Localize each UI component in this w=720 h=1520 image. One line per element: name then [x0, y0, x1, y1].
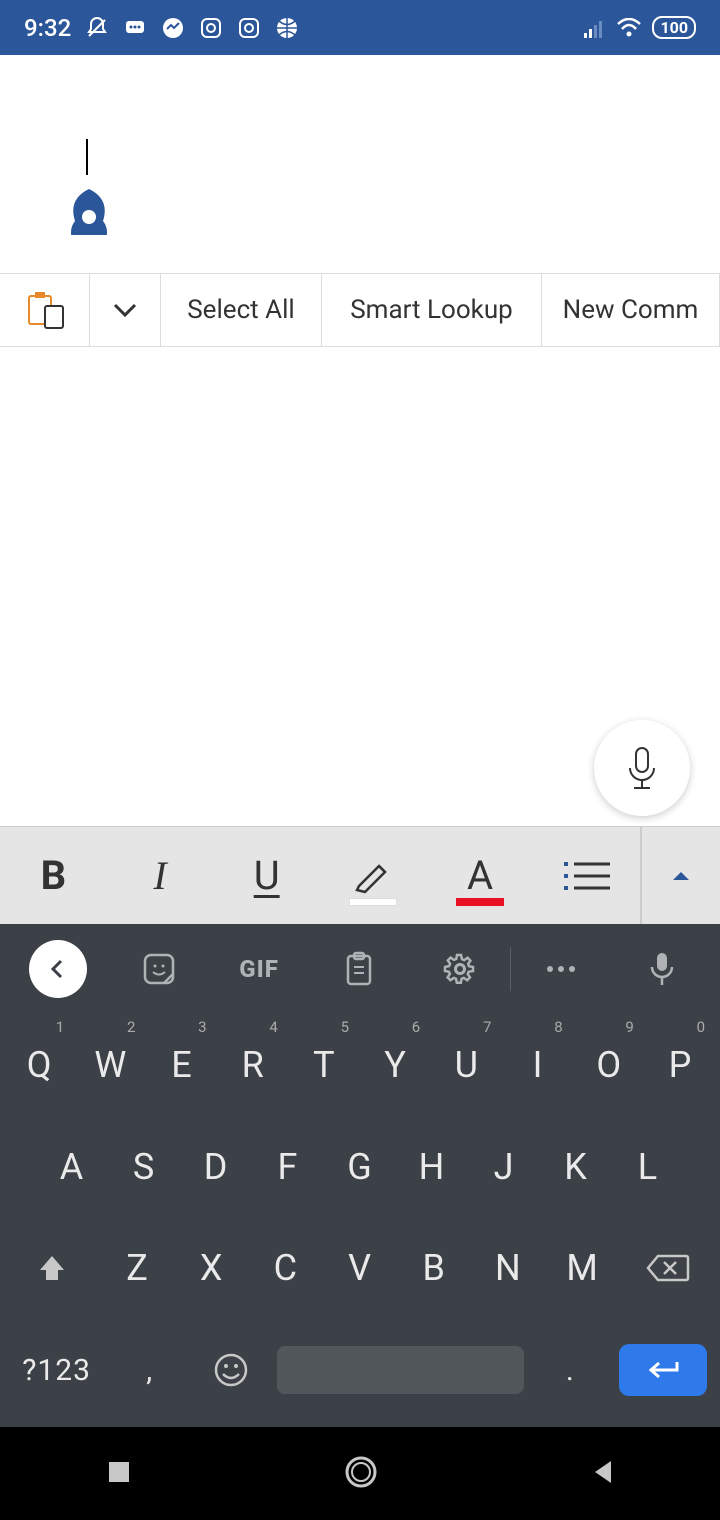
format-toolbar: B I U A: [0, 826, 720, 924]
paste-button[interactable]: [0, 274, 90, 346]
instagram-icon-2: [237, 16, 261, 40]
key-b[interactable]: B: [397, 1218, 471, 1320]
status-time: 9:32: [24, 14, 71, 42]
nav-home-button[interactable]: [343, 1454, 379, 1494]
key-w[interactable]: W2: [75, 1014, 146, 1116]
bullet-list-button[interactable]: [533, 827, 640, 924]
keyboard-row-2: ASDFGHJKL: [4, 1116, 716, 1218]
expand-ribbon-button[interactable]: [640, 827, 720, 924]
keyboard-row-4: ?123 , .: [4, 1319, 716, 1421]
bold-button[interactable]: B: [0, 827, 107, 924]
keyboard-back-button[interactable]: [8, 924, 108, 1014]
gif-button[interactable]: GIF: [209, 924, 309, 1014]
key-x[interactable]: X: [175, 1218, 249, 1320]
key-r[interactable]: R4: [218, 1014, 289, 1116]
wifi-icon: [616, 18, 642, 38]
font-color-button[interactable]: A: [427, 827, 534, 924]
key-h[interactable]: H: [396, 1116, 468, 1218]
voice-input-icon[interactable]: [612, 924, 712, 1014]
keyboard-toolbar: GIF: [0, 924, 720, 1014]
smart-lookup-button[interactable]: Smart Lookup: [322, 274, 542, 346]
key-n[interactable]: N: [471, 1218, 545, 1320]
key-t[interactable]: T5: [289, 1014, 360, 1116]
space-key[interactable]: [271, 1319, 530, 1421]
keyboard-row-3: ZXCVBNM: [4, 1218, 716, 1320]
new-comment-button[interactable]: New Comm: [542, 274, 720, 346]
underline-button[interactable]: U: [213, 827, 320, 924]
instagram-icon: [199, 16, 223, 40]
key-a[interactable]: A: [36, 1116, 108, 1218]
keyboard-row-1: Q1W2E3R4T5Y6U7I8O9P0: [4, 1014, 716, 1116]
period-key[interactable]: .: [530, 1319, 611, 1421]
backspace-key[interactable]: [620, 1218, 716, 1320]
clipboard-icon[interactable]: [309, 924, 409, 1014]
dictation-button[interactable]: [594, 720, 690, 816]
key-f[interactable]: F: [252, 1116, 324, 1218]
message-icon: [123, 16, 147, 40]
key-g[interactable]: G: [324, 1116, 396, 1218]
sticker-icon[interactable]: [108, 924, 208, 1014]
key-l[interactable]: L: [612, 1116, 684, 1218]
navigation-bar: [0, 1427, 720, 1520]
key-s[interactable]: S: [108, 1116, 180, 1218]
emoji-key[interactable]: [190, 1319, 271, 1421]
cursor-handle[interactable]: [68, 179, 110, 239]
enter-key[interactable]: [611, 1319, 716, 1421]
messenger-icon: [161, 16, 185, 40]
italic-button[interactable]: I: [107, 827, 214, 924]
key-m[interactable]: M: [545, 1218, 619, 1320]
context-toolbar: Select All Smart Lookup New Comm: [0, 273, 720, 347]
status-bar: 9:32 100: [0, 0, 720, 55]
key-e[interactable]: E3: [146, 1014, 217, 1116]
key-y[interactable]: Y6: [360, 1014, 431, 1116]
keyboard: GIF Q1W2E3R4T5Y6U7I8O9P0 ASDFGHJKL ZXCVB…: [0, 924, 720, 1427]
key-p[interactable]: P0: [645, 1014, 716, 1116]
key-j[interactable]: J: [468, 1116, 540, 1218]
status-right: 100: [584, 16, 696, 39]
more-icon[interactable]: [511, 924, 611, 1014]
key-u[interactable]: U7: [431, 1014, 502, 1116]
key-z[interactable]: Z: [100, 1218, 174, 1320]
keyboard-rows: Q1W2E3R4T5Y6U7I8O9P0 ASDFGHJKL ZXCVBNM ?…: [0, 1014, 720, 1427]
key-d[interactable]: D: [180, 1116, 252, 1218]
key-o[interactable]: O9: [574, 1014, 645, 1116]
nav-back-button[interactable]: [589, 1457, 615, 1491]
text-cursor: [86, 139, 88, 175]
symbols-key[interactable]: ?123: [4, 1319, 109, 1421]
comma-key[interactable]: ,: [109, 1319, 190, 1421]
key-v[interactable]: V: [323, 1218, 397, 1320]
highlight-button[interactable]: [320, 827, 427, 924]
nav-recent-button[interactable]: [105, 1458, 133, 1490]
key-k[interactable]: K: [540, 1116, 612, 1218]
settings-icon[interactable]: [410, 924, 510, 1014]
sports-icon: [275, 16, 299, 40]
font-color-letter: A: [467, 852, 493, 899]
signal-icon: [584, 18, 606, 38]
key-q[interactable]: Q1: [4, 1014, 75, 1116]
key-c[interactable]: C: [249, 1218, 323, 1320]
document-area[interactable]: [0, 55, 720, 273]
font-color-swatch: [456, 898, 504, 906]
paste-dropdown[interactable]: [90, 274, 160, 346]
select-all-button[interactable]: Select All: [160, 274, 322, 346]
status-left: 9:32: [24, 14, 299, 42]
mute-icon: [85, 16, 109, 40]
doc-blank-area[interactable]: [0, 347, 720, 826]
battery-badge: 100: [652, 16, 696, 39]
shift-key[interactable]: [4, 1218, 100, 1320]
key-i[interactable]: I8: [502, 1014, 573, 1116]
highlight-color-swatch: [349, 898, 397, 906]
